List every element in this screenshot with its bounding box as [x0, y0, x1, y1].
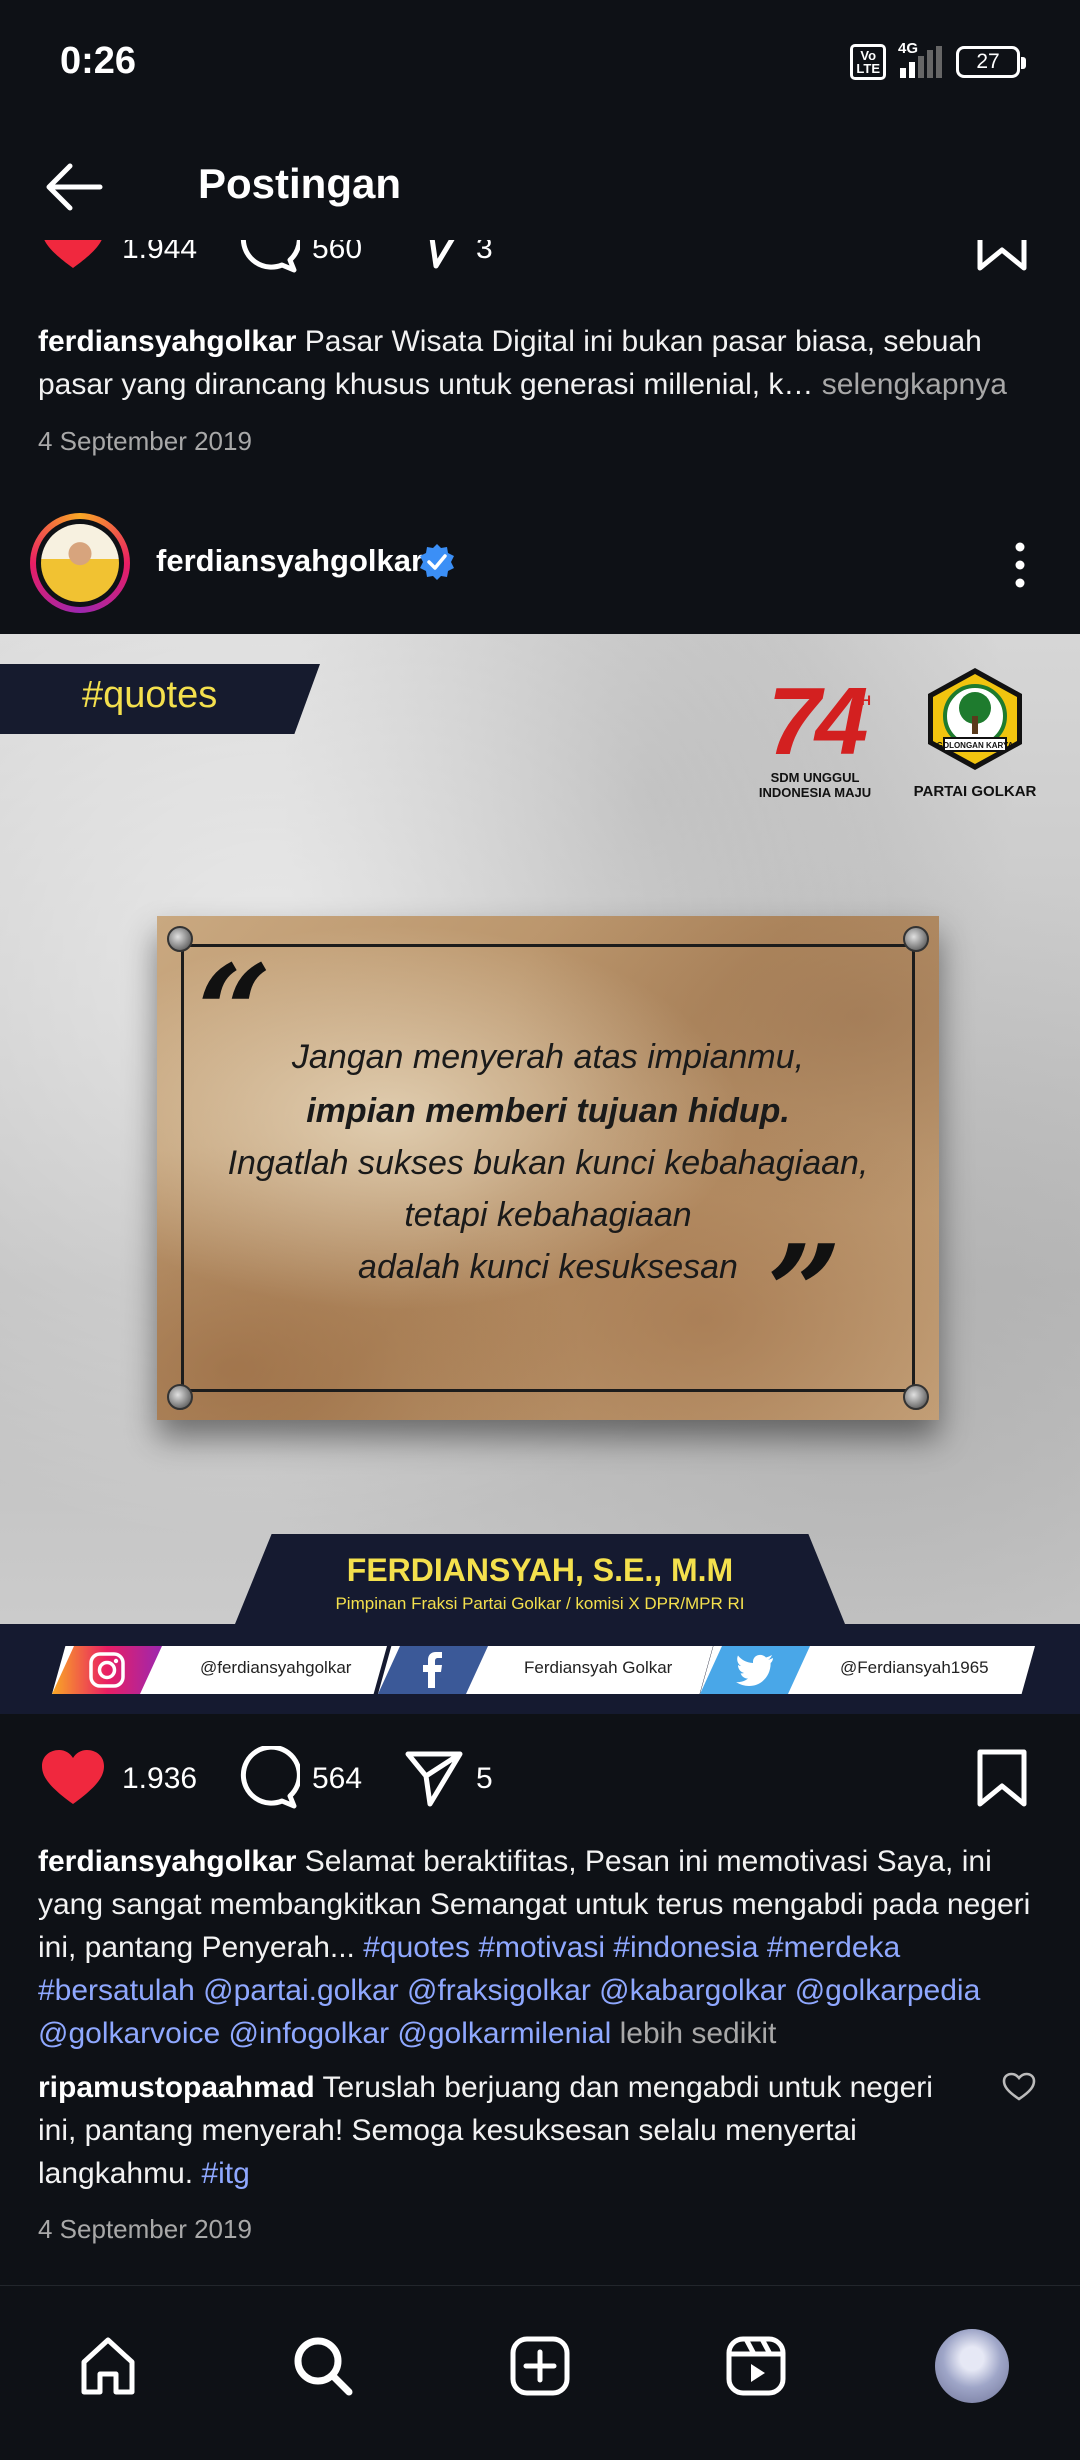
reels-icon [726, 2336, 786, 2396]
post-date: 4 September 2019 [38, 2214, 252, 2244]
golkar-emblem-icon: GOLONGAN KARYA [928, 668, 1022, 770]
more-link[interactable]: selengkapnya [813, 368, 1007, 401]
comment-icon[interactable] [236, 1746, 300, 1810]
quote-plaque: “ ” Jangan menyerah atas impianmu, impia… [157, 916, 939, 1420]
previous-like-count: 1.944 [122, 240, 198, 265]
name-banner: FERDIANSYAH, S.E., M.M Pimpinan Fraksi P… [235, 1534, 845, 1624]
social-instagram: @ferdiansyahgolkar [52, 1646, 387, 1694]
back-button[interactable] [40, 152, 110, 222]
facebook-handle: Ferdiansyah Golkar [524, 1658, 673, 1677]
comment-count: 564 [312, 1762, 363, 1795]
social-bar: @ferdiansyahgolkar Ferdiansyah Golkar @F… [0, 1624, 1080, 1714]
screw-icon [167, 1384, 193, 1410]
search-icon [294, 2337, 353, 2396]
comment-icon[interactable] [236, 240, 300, 274]
status-time: 0:26 [60, 40, 137, 82]
share-icon[interactable] [410, 240, 470, 270]
caption-username[interactable]: ferdiansyahgolkar [38, 1845, 296, 1878]
person-title: Pimpinan Fraksi Partai Golkar / komisi X… [335, 1594, 745, 1613]
battery-icon: 27 [956, 46, 1026, 78]
page-title: Postingan [198, 160, 402, 207]
heart-filled-icon[interactable] [38, 240, 108, 272]
screw-icon [903, 926, 929, 952]
nav-search[interactable] [283, 2326, 363, 2406]
quotes-label: #quotes [82, 674, 218, 716]
heart-outline-icon[interactable] [1002, 2072, 1036, 2102]
instagram-icon [89, 1652, 125, 1688]
caption-username[interactable]: ferdiansyahgolkar [38, 325, 296, 358]
top-app-bar: Postingan [0, 130, 1080, 240]
bookmark-icon[interactable] [976, 240, 1028, 272]
previous-post-caption: ferdiansyahgolkar Pasar Wisata Digital i… [38, 320, 1038, 406]
arrow-left-icon [46, 163, 103, 211]
comment-item: ripamustopaahmad Teruslah berjuang dan m… [38, 2066, 978, 2195]
previous-post-actions: 1.944 560 3 [0, 240, 1080, 290]
bottom-navigation [0, 2285, 1080, 2460]
instagram-handle: @ferdiansyahgolkar [200, 1658, 352, 1677]
post-image[interactable]: #quotes 74 TH SDM UNGGUL INDONESIA MAJU … [0, 634, 1080, 1714]
golkar-logo: GOLONGAN KARYA PARTAI GOLKAR [910, 666, 1040, 816]
comment-username[interactable]: ripamustopaahmad [38, 2071, 315, 2104]
twitter-handle: @Ferdiansyah1965 [840, 1658, 989, 1677]
quote-line-2: impian memberi tujuan hidup. [306, 1092, 790, 1130]
close-quote-icon: ” [767, 1216, 842, 1369]
status-bar: 0:26 Vo LTE 4G 27 [0, 0, 1080, 130]
post-caption: ferdiansyahgolkar Selamat beraktifitas, … [38, 1840, 1038, 2055]
golkar-label: PARTAI GOLKAR [913, 783, 1037, 800]
hut-74-logo: 74 TH SDM UNGGUL INDONESIA MAJU [755, 674, 875, 814]
avatar[interactable] [41, 524, 119, 602]
like-count[interactable]: 1.936 [122, 1762, 197, 1796]
quote-line-5: adalah kunci kesuksesan [358, 1248, 738, 1286]
more-options-icon[interactable] [1000, 535, 1040, 595]
nav-home[interactable] [68, 2326, 148, 2406]
person-name: FERDIANSYAH, S.E., M.M [346, 1552, 734, 1588]
nav-reels[interactable] [716, 2326, 796, 2406]
post-actions: 1.936 564 5 [0, 1730, 1080, 1830]
network-type: 4G [898, 40, 919, 57]
nav-profile[interactable] [932, 2326, 1012, 2406]
volte-icon: Vo LTE [850, 44, 886, 80]
less-link[interactable]: lebih sedikit [611, 2017, 777, 2050]
heart-filled-icon[interactable] [38, 1748, 108, 1808]
quote-line-4: tetapi kebahagiaan [404, 1196, 692, 1234]
create-icon [510, 2336, 570, 2396]
battery-level: 27 [976, 50, 1000, 73]
facebook-icon [423, 1652, 442, 1688]
comment-tag[interactable]: #itg [201, 2157, 249, 2190]
post-header: ferdiansyahgolkar [0, 505, 1080, 620]
bookmark-icon[interactable] [976, 1748, 1028, 1808]
screw-icon [903, 1384, 929, 1410]
social-twitter: @Ferdiansyah1965 [700, 1646, 1035, 1694]
post-username[interactable]: ferdiansyahgolkar [156, 543, 423, 579]
golkar-ribbon: GOLONGAN KARYA [937, 741, 1014, 750]
previous-share-count: 3 [476, 240, 493, 265]
twitter-icon [736, 1654, 773, 1686]
quote-line-3: Ingatlah sukses bukan kunci kebahagiaan, [227, 1144, 869, 1182]
screw-icon [167, 926, 193, 952]
story-ring[interactable] [30, 513, 130, 613]
profile-avatar [935, 2329, 1009, 2403]
nav-create[interactable] [500, 2326, 580, 2406]
verified-badge-icon [420, 544, 454, 580]
social-facebook: Ferdiansyah Golkar [378, 1646, 713, 1694]
home-icon [81, 2337, 135, 2395]
previous-post-date: 4 September 2019 [38, 426, 252, 456]
quote-line-1: Jangan menyerah atas impianmu, [291, 1038, 805, 1076]
share-icon[interactable] [404, 1748, 464, 1808]
hut-number: 74 [767, 668, 869, 775]
previous-comment-count: 560 [312, 240, 363, 265]
share-count: 5 [476, 1762, 493, 1795]
signal-icon: 4G [898, 40, 942, 78]
